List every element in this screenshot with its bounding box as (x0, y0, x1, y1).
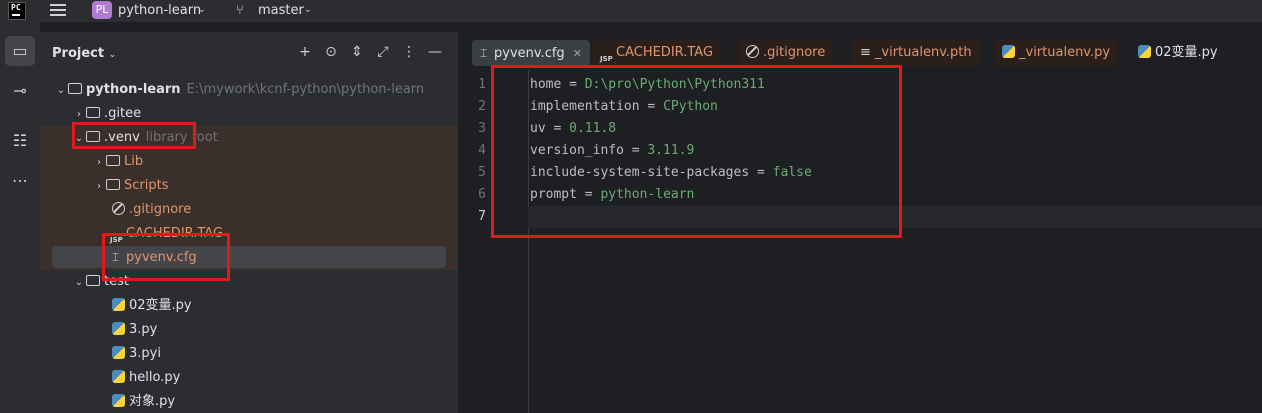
python-file-icon (1138, 45, 1151, 58)
project-badge[interactable]: PL (92, 1, 112, 19)
tree-item-label: 02变量.py (129, 298, 192, 313)
python-file-icon (1002, 45, 1015, 58)
tab-label: CACHEDIR.TAG (616, 45, 714, 60)
gitignore-icon (112, 202, 125, 215)
line-number: 5 (478, 165, 486, 180)
chevron-down-icon[interactable]: ⌄ (198, 5, 206, 15)
tree-item-lib[interactable]: › Lib (92, 151, 143, 173)
module-folder-icon (68, 83, 82, 94)
line-number: 2 (478, 99, 486, 114)
tab-pyvenv-cfg[interactable]: ⌶ pyvenv.cfg ✕ (472, 40, 590, 66)
python-file-icon (112, 394, 125, 407)
title-bar: PC PL python-learn ⌄ ⑂ master ⌄ (0, 0, 1262, 22)
chevron-down-icon[interactable]: ⌄ (304, 5, 312, 15)
highlight-box-venv (72, 122, 196, 149)
panel-title[interactable]: Project ⌄ (52, 46, 116, 61)
tab-label: 02变量.py (1155, 45, 1218, 60)
tab-virtualenv-pth[interactable]: ≡ _virtualenv.pth (852, 40, 980, 66)
folder-icon (106, 179, 120, 190)
gitignore-icon (746, 45, 759, 58)
chevron-down-icon[interactable]: ⌄ (54, 80, 68, 102)
git-branch-icon[interactable]: ⑂ (236, 3, 244, 18)
tab-gitignore[interactable]: .gitignore (738, 40, 834, 66)
folder-icon (86, 107, 100, 118)
highlight-box-editor (491, 65, 902, 238)
python-file-icon (112, 370, 125, 383)
tree-item-gitignore[interactable]: .gitignore (112, 199, 191, 221)
tab-cachedir-tag[interactable]: JSP CACHEDIR.TAG (592, 40, 722, 66)
chevron-right-icon[interactable]: › (92, 176, 106, 198)
close-icon[interactable]: ✕ (573, 47, 582, 60)
branch-switcher[interactable]: master (258, 3, 304, 18)
chevron-down-icon[interactable]: ⌄ (72, 272, 86, 294)
chevron-down-icon[interactable]: ⌄ (109, 50, 117, 60)
chevron-right-icon[interactable]: › (92, 152, 106, 174)
tree-item-02-py[interactable]: 02变量.py (112, 295, 192, 317)
line-number: 6 (478, 187, 486, 202)
python-file-icon (112, 298, 125, 311)
tree-item-label: 3.pyi (129, 346, 161, 361)
tree-item-hello-py[interactable]: hello.py (112, 367, 180, 389)
folder-icon (86, 275, 100, 286)
locate-icon[interactable]: ⊙ (318, 44, 344, 60)
tree-item-label: hello.py (129, 370, 181, 385)
tree-item-label: .gitignore (129, 202, 192, 217)
tab-virtualenv-py[interactable]: _virtualenv.py (994, 40, 1119, 66)
tool-window-strip: ▭ ⊸ ☷ ⋯ (0, 22, 40, 413)
tab-label: pyvenv.cfg (494, 46, 565, 61)
folder-icon (106, 155, 120, 166)
add-icon[interactable]: + (292, 44, 318, 60)
options-icon[interactable]: ⋮ (396, 44, 422, 60)
tab-label: _virtualenv.pth (874, 45, 972, 60)
structure-icon[interactable]: ☷ (5, 126, 35, 156)
tree-item-label: .gitee (104, 106, 142, 121)
tree-item-label: 对象.py (129, 394, 176, 409)
config-file-icon: ⌶ (480, 46, 488, 60)
tab-label: _virtualenv.py (1019, 45, 1111, 60)
tab-label: .gitignore (763, 45, 826, 60)
project-folder-icon[interactable]: ▭ (5, 36, 35, 66)
main-menu-icon[interactable] (50, 3, 66, 17)
tree-item-label: Lib (124, 154, 144, 169)
tree-item-label: 3.py (129, 322, 158, 337)
collapse-all-icon[interactable]: ⤢ (370, 44, 396, 60)
line-number: 4 (478, 143, 486, 158)
tree-item-3-pyi[interactable]: 3.pyi (112, 343, 161, 365)
project-panel: Project ⌄ + ⊙ ⇕ ⤢ ⋮ — ⌄ python-learn E:\mywork\… (40, 32, 458, 413)
commit-icon[interactable]: ⊸ (5, 76, 35, 106)
panel-actions: + ⊙ ⇕ ⤢ ⋮ — (292, 44, 448, 60)
tab-02-py[interactable]: 02变量.py (1130, 40, 1226, 66)
more-tools-icon[interactable]: ⋯ (5, 166, 35, 196)
line-number: 3 (478, 121, 486, 136)
python-file-icon (112, 346, 125, 359)
project-switcher[interactable]: python-learn (118, 3, 201, 18)
tree-item-label: Scripts (124, 178, 169, 193)
expand-collapse-icon[interactable]: ⇕ (344, 44, 370, 60)
line-number: 1 (478, 77, 486, 92)
tree-item-scripts[interactable]: › Scripts (92, 175, 168, 197)
path-hint: E:\mywork\kcnf-python\python-learn (186, 82, 425, 97)
tree-item-3-py[interactable]: 3.py (112, 319, 157, 341)
logo-text: PC (11, 3, 21, 12)
line-number: 7 (478, 209, 486, 224)
highlight-box-pyvenv-cfg (102, 233, 230, 281)
hide-icon[interactable]: — (422, 44, 448, 60)
python-file-icon (112, 322, 125, 335)
tree-item-object-py[interactable]: 对象.py (112, 391, 175, 413)
tree-item-python-learn[interactable]: ⌄ python-learn E:\mywork\kcnf-python\pytho… (54, 79, 424, 101)
text-file-icon: ≡ (860, 45, 871, 60)
tree-item-label: python-learn (86, 82, 181, 97)
pycharm-logo-icon[interactable]: PC (8, 2, 26, 20)
